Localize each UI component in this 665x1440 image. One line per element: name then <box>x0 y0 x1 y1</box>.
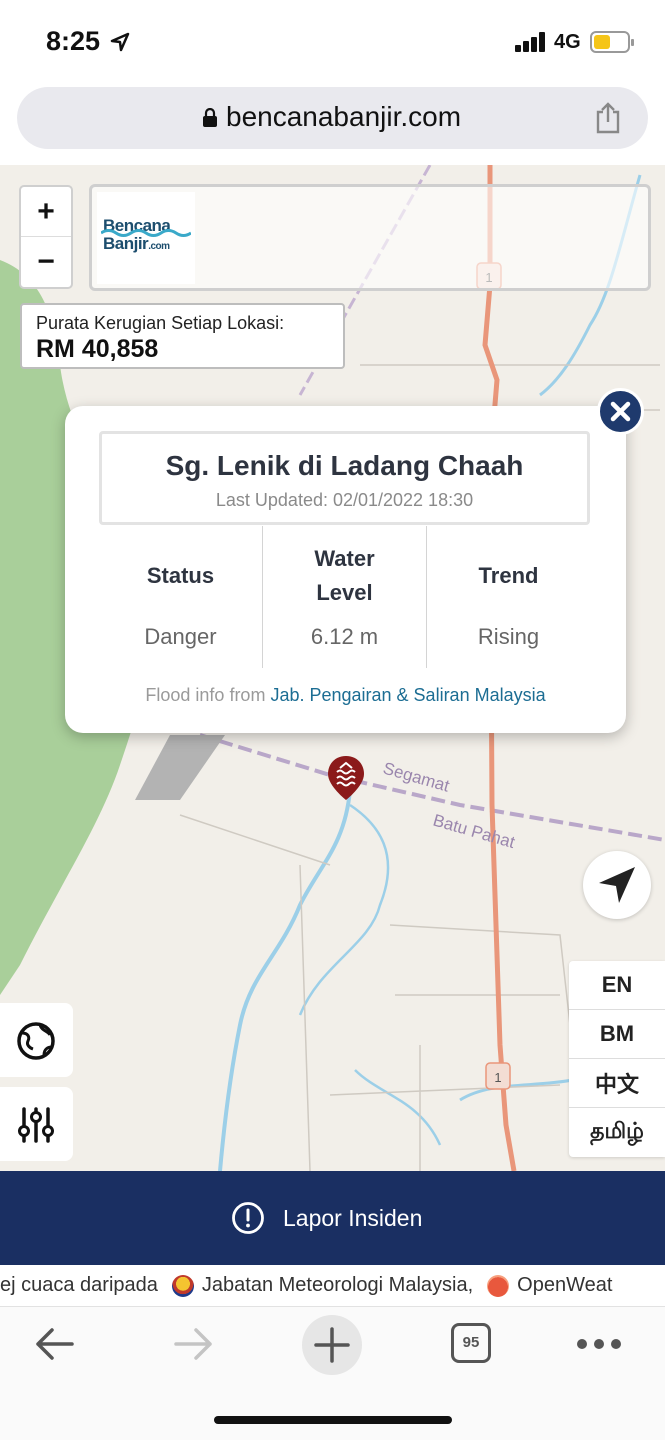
stat-trend: Trend Rising <box>426 526 590 668</box>
average-loss-panel: Purata Kerugian Setiap Lokasi: RM 40,858 <box>20 303 345 369</box>
plus-icon <box>314 1327 350 1363</box>
data-source-prefix: Flood info from <box>145 685 271 705</box>
clock: 8:25 <box>46 26 101 56</box>
location-services-icon <box>110 32 130 52</box>
river-south <box>354 1069 442 1146</box>
stat-status-value: Danger <box>144 624 217 649</box>
river-branch <box>298 803 390 1016</box>
stat-trend-value: Rising <box>477 624 540 649</box>
airstrip <box>135 735 225 800</box>
navigation-arrow-icon <box>599 867 635 903</box>
stat-trend-label: Trend <box>478 563 539 588</box>
locate-me-button[interactable] <box>583 851 651 919</box>
station-name: Sg. Lenik di Ladang Chaah <box>165 450 524 481</box>
data-source: Flood info from Jab. Pengairan & Saliran… <box>65 685 626 706</box>
ticker-text-1: ej cuaca daripada <box>0 1274 158 1296</box>
globe-icon <box>17 1022 55 1060</box>
stat-water-level-label: Water Level <box>314 546 375 605</box>
stat-status-label: Status <box>146 563 215 588</box>
average-loss-label: Purata Kerugian Setiap Lokasi: <box>36 313 285 333</box>
map-layers-button[interactable] <box>0 1003 73 1077</box>
language-zh[interactable]: 中文 <box>569 1059 665 1108</box>
station-stats: Status Danger Water Level 6.12 m Trend R… <box>99 526 590 668</box>
filter-settings-button[interactable] <box>0 1087 73 1161</box>
ticker-text-3: OpenWeat <box>517 1274 613 1296</box>
stat-water-level-value: 6.12 m <box>310 624 379 649</box>
home-indicator <box>214 1416 452 1424</box>
url-text: bencanabanjir.com <box>226 101 462 132</box>
place-label-segamat: Segamat <box>381 759 452 796</box>
station-popup: Sg. Lenik di Ladang Chaah Last Updated: … <box>65 406 626 733</box>
tab-switcher-button[interactable]: 95 <box>451 1323 491 1363</box>
ticker-row: ej cuaca daripada Jabatan Meteorologi Ma… <box>0 1274 612 1297</box>
stat-status: Status Danger <box>99 526 262 668</box>
report-incident-button[interactable]: Lapor Insiden <box>0 1171 665 1265</box>
language-switcher: EN BM 中文 தமிழ் <box>569 961 665 1157</box>
data-source-link[interactable]: Jab. Pengairan & Saliran Malaysia <box>270 685 545 705</box>
new-tab-button[interactable] <box>302 1315 362 1375</box>
minor-roads <box>179 814 571 1171</box>
back-arrow-icon[interactable] <box>32 1321 78 1367</box>
logo-panel: Bencana Banjir.com <box>89 184 651 291</box>
network-type: 4G <box>554 31 581 53</box>
share-icon[interactable] <box>594 101 622 135</box>
logo-line-2: Banjir.com <box>103 234 170 253</box>
openweather-logo-icon <box>487 1274 510 1297</box>
sliders-icon <box>18 1107 54 1143</box>
language-ta[interactable]: தமிழ் <box>569 1108 665 1157</box>
bencanabanjir-logo[interactable]: Bencana Banjir.com <box>97 192 195 284</box>
cellular-signal-icon <box>515 32 547 52</box>
weather-ticker: ej cuaca daripada Jabatan Meteorologi Ma… <box>0 1265 665 1306</box>
report-incident-label: Lapor Insiden <box>283 1205 423 1231</box>
forward-arrow-icon[interactable] <box>170 1321 216 1367</box>
road-number-south: 1 <box>494 1070 501 1085</box>
address-bar[interactable]: bencanabanjir.com <box>17 87 648 149</box>
jabatan-meteorologi-logo-icon <box>171 1274 194 1297</box>
more-options-icon[interactable] <box>575 1337 623 1351</box>
lock-icon <box>203 108 217 127</box>
alert-circle-icon <box>232 1202 264 1234</box>
zoom-out-button[interactable]: − <box>21 237 71 287</box>
last-updated: Last Updated: 02/01/2022 18:30 <box>215 490 474 510</box>
close-icon <box>610 401 631 422</box>
language-bm[interactable]: BM <box>569 1010 665 1059</box>
average-loss-value: RM 40,858 <box>36 335 159 363</box>
station-header: Sg. Lenik di Ladang Chaah Last Updated: … <box>99 431 590 525</box>
flood-station-marker[interactable] <box>326 754 366 802</box>
zoom-in-button[interactable]: + <box>21 187 71 237</box>
close-popup-button[interactable] <box>597 388 644 435</box>
battery-icon <box>590 31 634 53</box>
stat-water-level: Water Level 6.12 m <box>262 526 426 668</box>
status-bar: 8:25 4G <box>0 0 665 84</box>
place-label-batu-pahat: Batu Pahat <box>431 811 517 853</box>
ticker-text-2: Jabatan Meteorologi Malaysia, <box>201 1274 474 1296</box>
zoom-control: + − <box>19 185 73 289</box>
language-en[interactable]: EN <box>569 961 665 1010</box>
river <box>218 789 352 1171</box>
